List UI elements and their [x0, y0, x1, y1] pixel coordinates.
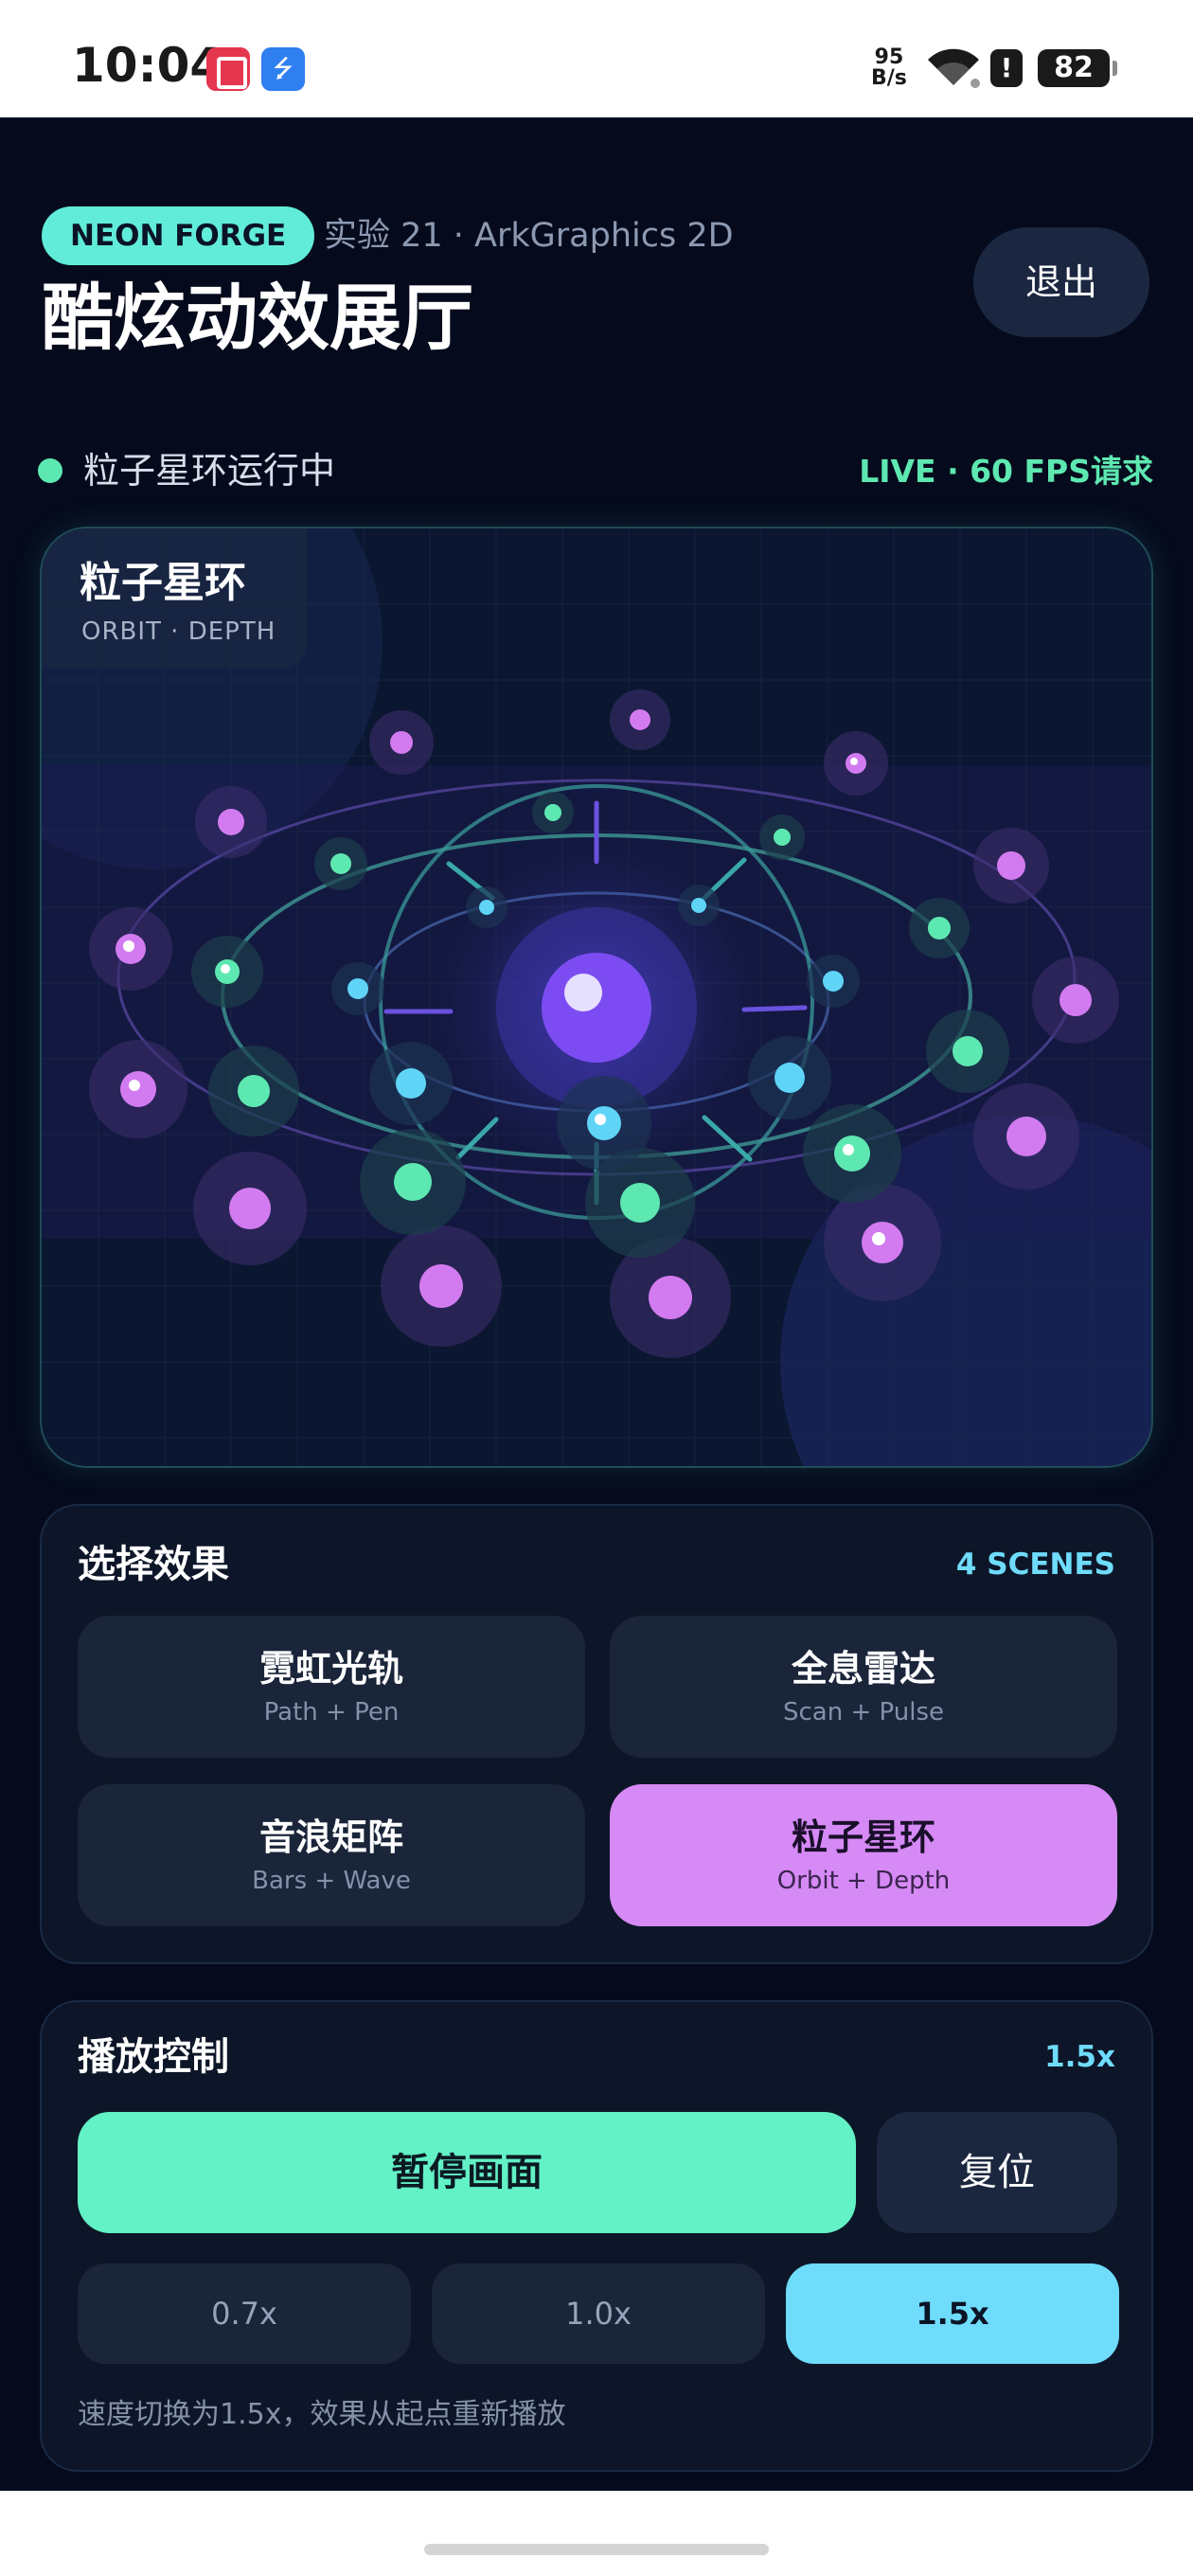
effect-name: 霓虹光轨 — [258, 1648, 403, 1690]
effect-name: 全息雷达 — [791, 1648, 935, 1690]
core-planet — [542, 953, 651, 1063]
effect-name: 音浪矩阵 — [258, 1816, 403, 1858]
network-speed-unit: B/s — [871, 66, 907, 90]
usb-icon: ⭍ — [261, 47, 305, 91]
alert-icon: ! — [990, 49, 1023, 87]
speed-button-1-0x[interactable]: 1.0x — [432, 2263, 765, 2364]
home-indicator[interactable] — [424, 2544, 769, 2555]
wifi-icon — [928, 48, 980, 88]
page-title: 酷炫动效展厅 — [42, 276, 473, 360]
core-highlight — [564, 974, 602, 1011]
running-status-text: 粒子星环运行中 — [83, 450, 336, 492]
playback-control-panel: 播放控制 1.5x 暂停画面 复位 0.7x 1.0x 1.5x 速度切换为1.… — [40, 2000, 1153, 2472]
battery-icon: 82 — [1038, 49, 1117, 87]
exit-button[interactable]: 退出 — [973, 227, 1149, 337]
speed-button-0-7x[interactable]: 0.7x — [78, 2263, 411, 2364]
speed-hint: 速度切换为1.5x，效果从起点重新播放 — [78, 2398, 566, 2431]
effect-desc: Orbit + Depth — [776, 1867, 951, 1895]
effect-button-holo-radar[interactable]: 全息雷达 Scan + Pulse — [610, 1616, 1117, 1758]
brand-badge: NEON FORGE — [42, 206, 315, 265]
effect-button-sound-matrix[interactable]: 音浪矩阵 Bars + Wave — [78, 1784, 585, 1926]
effect-button-neon-trail[interactable]: 霓虹光轨 Path + Pen — [78, 1616, 585, 1758]
scene-count: 4 SCENES — [955, 1547, 1115, 1582]
animation-canvas[interactable]: 粒子星环 ORBIT · DEPTH — [40, 527, 1153, 1468]
speed-button-1-5x[interactable]: 1.5x — [786, 2263, 1119, 2364]
live-fps-indicator: LIVE · 60 FPS请求 — [859, 453, 1153, 490]
canvas-subtitle: ORBIT · DEPTH — [81, 617, 276, 646]
pause-button[interactable]: 暂停画面 — [78, 2112, 856, 2233]
status-time: 10:04 — [72, 38, 223, 93]
experiment-subtitle: 实验 21 · ArkGraphics 2D — [324, 217, 734, 255]
navigation-area — [0, 2491, 1193, 2576]
effect-button-particle-ring[interactable]: 粒子星环 Orbit + Depth — [610, 1784, 1117, 1926]
effect-desc: Scan + Pulse — [783, 1698, 944, 1726]
canvas-title: 粒子星环 — [80, 559, 246, 607]
notes-app-icon — [206, 47, 250, 91]
playback-heading: 播放控制 — [78, 2035, 229, 2079]
orbit-scene — [42, 528, 1151, 1466]
effect-desc: Bars + Wave — [252, 1867, 411, 1895]
effect-name: 粒子星环 — [791, 1816, 935, 1858]
current-speed: 1.5x — [1044, 2040, 1115, 2074]
effect-select-panel: 选择效果 4 SCENES 霓虹光轨 Path + Pen 全息雷达 Scan … — [40, 1504, 1153, 1964]
reset-button[interactable]: 复位 — [877, 2112, 1117, 2233]
effect-select-heading: 选择效果 — [78, 1543, 229, 1586]
running-status-dot — [38, 458, 62, 483]
effect-desc: Path + Pen — [263, 1698, 400, 1726]
network-speed: 95 B/s — [871, 47, 907, 89]
status-bar: 10:04 ⭍ 95 B/s ! 82 — [0, 0, 1193, 117]
